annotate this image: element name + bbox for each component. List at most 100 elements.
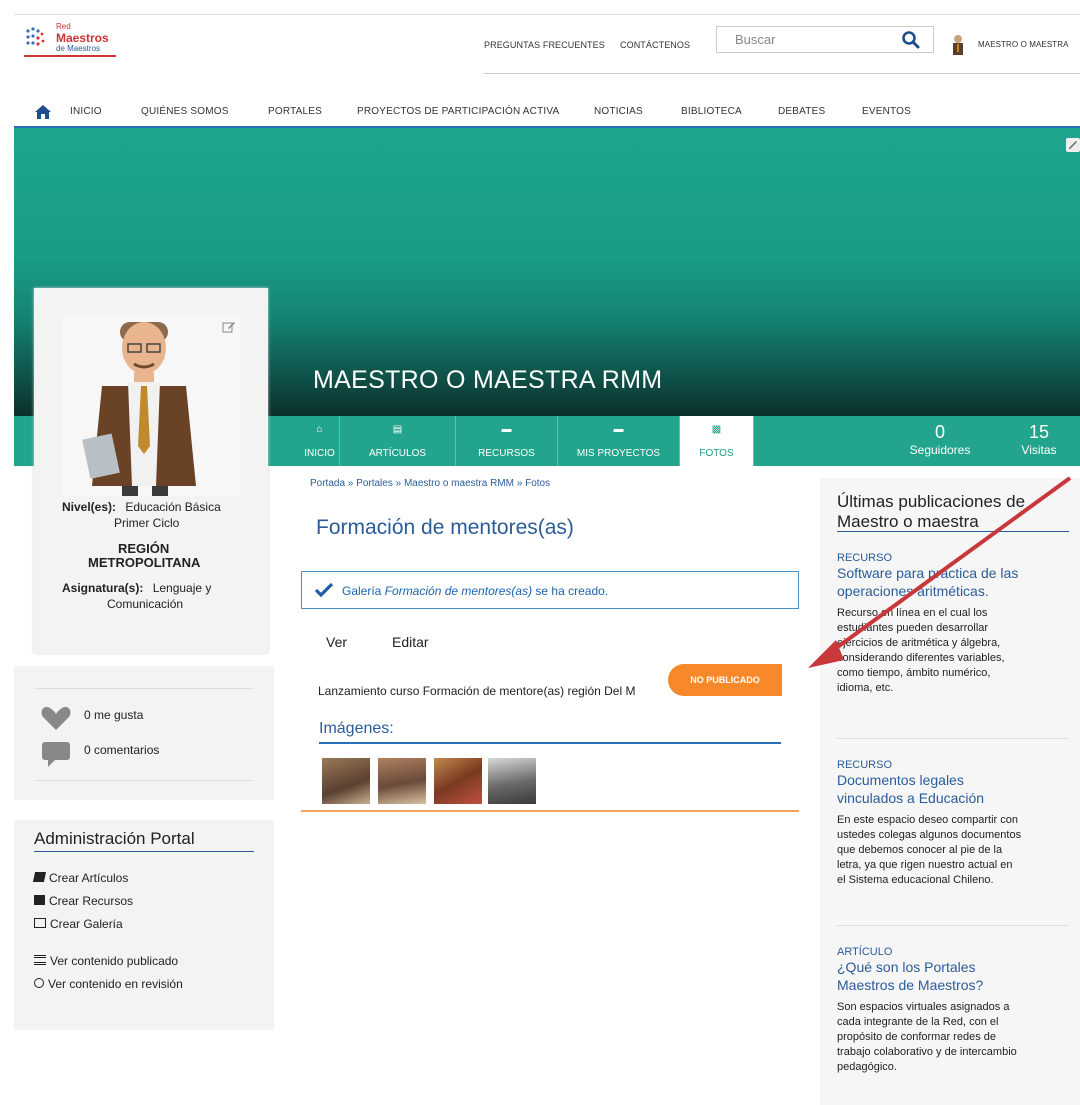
post-body-line: En este espacio deseo compartir con — [837, 814, 1018, 826]
create-resources-link[interactable]: Crear Recursos — [34, 894, 133, 908]
nav-biblioteca[interactable]: BIBLIOTECA — [681, 106, 742, 117]
images-rule — [319, 742, 781, 744]
search-placeholder: Buscar — [735, 32, 776, 47]
nav-portales[interactable]: PORTALES — [268, 106, 322, 117]
annotation-arrow-icon — [808, 476, 1072, 668]
alert-text: Galería Formación de mentores(as) se ha … — [342, 584, 608, 598]
banner-edit-icon[interactable] — [1066, 138, 1080, 152]
likes-count: 0 me gusta — [84, 708, 144, 722]
tab-editar[interactable]: Editar — [392, 634, 429, 650]
gallery-thumbnail[interactable] — [488, 758, 536, 804]
content-end-rule — [301, 810, 799, 812]
page-title: Formación de mentores(as) — [316, 516, 574, 539]
subject-value: Lenguaje y — [152, 581, 212, 595]
create-articles-label: Crear Artículos — [49, 871, 129, 885]
search-button[interactable] — [900, 29, 922, 51]
level-label: Nivel(es): — [62, 500, 117, 514]
nav-eventos[interactable]: EVENTOS — [862, 106, 911, 117]
visits-label: Visitas — [1021, 443, 1057, 457]
post-body-line: trabajo colaborativo y de intercambio — [837, 1046, 1017, 1058]
divider — [837, 738, 1069, 739]
post-type: RECURSO — [837, 759, 893, 771]
archive-icon: ▬ — [501, 424, 512, 435]
view-review-link[interactable]: Ver contenido en revisión — [34, 977, 183, 991]
visits-stat: 15 Visitas — [1004, 422, 1074, 457]
level-value: Educación Básica — [125, 500, 221, 514]
avatar-edit-icon[interactable] — [222, 320, 236, 334]
site-logo[interactable]: Red Maestros de Maestros — [24, 23, 124, 63]
region-line2: METROPOLITANA — [88, 555, 201, 570]
post-title-line2[interactable]: vinculados a Educación — [837, 789, 1069, 807]
create-articles-link[interactable]: Crear Artículos — [32, 871, 129, 885]
post-title-line2[interactable]: Maestros de Maestros? — [837, 976, 1077, 994]
create-gallery-link[interactable]: Crear Galería — [34, 917, 123, 931]
nav-proyectos[interactable]: PROYECTOS DE PARTICIPACIÓN ACTIVA — [357, 106, 559, 117]
view-published-label: Ver contenido publicado — [50, 954, 179, 968]
checkmark-icon — [314, 582, 334, 598]
level-value2: Primer Ciclo — [114, 516, 180, 530]
post-body-line: ustedes colegas algunos documentos — [837, 829, 1022, 841]
post-body-line: el Sistema educacional Chileno. — [837, 874, 994, 886]
tab-mis-proyectos-label: MIS PROYECTOS — [576, 448, 661, 459]
folder-icon: ▬ — [613, 424, 624, 435]
tab-articulos[interactable]: ▤ ARTÍCULOS — [340, 416, 456, 466]
post-body-line: letra, ya que rigen nuestro actual en — [837, 859, 1013, 871]
nav-quienes-somos[interactable]: QUIÉNES SOMOS — [141, 106, 229, 117]
tab-fotos[interactable]: ▩ FOTOS — [680, 416, 754, 466]
followers-stat[interactable]: 0 Seguidores — [900, 422, 980, 457]
gallery-thumbnail[interactable] — [434, 758, 482, 804]
view-published-link[interactable]: Ver contenido publicado — [34, 954, 178, 968]
gallery-thumbnail[interactable] — [378, 758, 426, 804]
comments-count: 0 comentarios — [84, 743, 160, 757]
tab-inicio[interactable]: ⌂ INICIO — [300, 416, 340, 466]
nav-debates[interactable]: DEBATES — [778, 106, 825, 117]
logo-line3: de Maestros — [56, 44, 101, 53]
alert-post: se ha creado. — [532, 584, 609, 598]
user-avatar[interactable] — [948, 31, 968, 59]
latest-post-item[interactable]: ARTÍCULO ¿Qué son los Portales Maestros … — [837, 946, 1077, 1075]
contact-link[interactable]: CONTÁCTENOS — [620, 40, 690, 50]
post-body-line: que debemos conocer al pie de la — [837, 844, 1003, 856]
nav-inicio[interactable]: INICIO — [70, 106, 102, 117]
alert-gallery-name: Formación de mentores(as) — [384, 584, 533, 598]
main-nav: INICIO QUIÉNES SOMOS PORTALES PROYECTOS … — [14, 96, 1080, 128]
profile-name: MAESTRO O MAESTRA RMM — [313, 366, 663, 394]
admin-title-rule — [34, 851, 254, 852]
post-title-line1[interactable]: ¿Qué son los Portales — [837, 958, 1077, 976]
followers-label: Seguidores — [909, 443, 971, 457]
breadcrumb[interactable]: Portada » Portales » Maestro o maestra R… — [310, 478, 550, 489]
gallery-thumbnail[interactable] — [322, 758, 370, 804]
list-icon — [34, 955, 46, 965]
clock-icon — [34, 978, 44, 988]
unpublished-badge: NO PUBLICADO — [668, 664, 782, 696]
subject-value2: Comunicación — [107, 597, 184, 611]
alert-pre: Galería — [342, 584, 385, 598]
user-name-link[interactable]: MAESTRO O MAESTRA — [978, 40, 1069, 49]
tab-mis-proyectos[interactable]: ▬ MIS PROYECTOS — [558, 416, 680, 466]
post-title-line1[interactable]: Documentos legales — [837, 771, 1069, 789]
region-line1: REGIÓN — [118, 541, 170, 556]
create-gallery-label: Crear Galería — [50, 917, 123, 931]
subject-row: Asignatura(s): Lenguaje y — [62, 581, 211, 595]
heart-icon[interactable] — [40, 704, 72, 732]
create-resources-label: Crear Recursos — [49, 894, 134, 908]
photo-icon: ▩ — [711, 424, 722, 435]
tab-ver[interactable]: Ver — [326, 634, 347, 650]
home-icon[interactable] — [34, 104, 52, 120]
tab-recursos-label: RECURSOS — [478, 448, 535, 459]
comment-icon[interactable] — [40, 740, 72, 768]
view-review-label: Ver contenido en revisión — [48, 977, 183, 991]
nav-noticias[interactable]: NOTICIAS — [594, 106, 643, 117]
faq-link[interactable]: PREGUNTAS FRECUENTES — [484, 40, 605, 50]
header-divider — [484, 73, 1080, 74]
tab-fotos-label: FOTOS — [699, 448, 734, 459]
page: { "logo": {"line1": "Red", "line2": "Mae… — [0, 0, 1080, 1105]
visits-count: 15 — [1028, 422, 1050, 442]
book-icon — [32, 872, 47, 882]
logo-underline — [24, 55, 116, 57]
latest-post-item[interactable]: RECURSO Documentos legales vinculados a … — [837, 759, 1069, 888]
tab-recursos[interactable]: ▬ RECURSOS — [456, 416, 558, 466]
gallery-description: Lanzamiento curso Formación de mentore(a… — [318, 684, 636, 698]
tab-articulos-label: ARTÍCULOS — [368, 448, 427, 459]
images-title: Imágenes: — [319, 720, 394, 737]
